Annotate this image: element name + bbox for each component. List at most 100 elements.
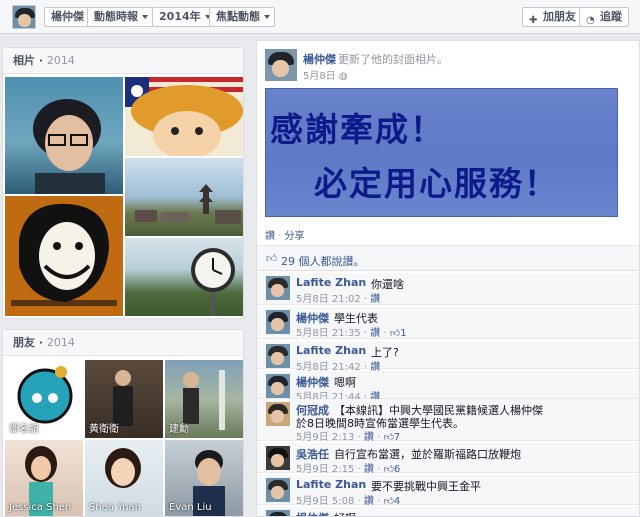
friend-tile[interactable]: Jessica Shen — [5, 440, 83, 516]
friends-title: 朋友 — [13, 336, 35, 349]
commenter-avatar[interactable] — [266, 310, 290, 334]
poster-image — [11, 203, 117, 306]
comment-like-link[interactable]: 讚 — [364, 496, 374, 507]
add-friend-icon: ✚ — [529, 15, 538, 26]
comment: 何冠成 【本線訊】中興大學國民黨籍候選人楊仲傑 於8日晚間8時宣佈當選學生代表。 5月… — [257, 399, 639, 443]
comment-meta: 5月9日 2:15 · 讚 · 👍︎6 — [296, 464, 401, 475]
comment-meta: 5月8日 21:35 · 讚 · 👍︎1 — [296, 328, 407, 339]
crumb-label: 2014年 — [159, 10, 201, 23]
commenter-name[interactable]: Lafite Zhan — [296, 478, 366, 491]
follow-button[interactable]: ◔ 追蹤 — [579, 7, 629, 27]
caret-down-icon — [264, 15, 270, 19]
crumb-label: 焦點動態 — [216, 10, 260, 23]
friends-card-header[interactable]: 朋友 · 2014 — [3, 330, 243, 356]
commenter-avatar[interactable] — [266, 402, 290, 426]
selfie-image — [33, 99, 105, 194]
comment: 吳浩任 自行宣布當選，並於羅斯福路口放鞭炮 5月9日 2:15 · 讚 · 👍︎6 — [257, 443, 639, 475]
commenter-name[interactable]: 楊仲傑 — [296, 510, 329, 516]
comment: 楊仲傑 嗯啊 5月8日 21:44 · 讚 — [257, 371, 639, 403]
post-author-name[interactable]: 楊仲傑 — [303, 51, 336, 67]
post-time-label: 5月8日 — [303, 71, 336, 82]
profile-avatar[interactable] — [12, 5, 36, 29]
friend-name[interactable]: Shea Yuan — [89, 502, 141, 513]
photo-cartoon[interactable] — [125, 77, 243, 156]
cover-text-line1: 感謝牽成！ — [270, 110, 445, 149]
thumbs-up-icon: 👍︎ — [389, 328, 401, 339]
comment-meta: 5月8日 21:02 · 讚 — [296, 294, 381, 305]
friend-name[interactable]: 黃衛衛 — [89, 424, 119, 435]
photo-poster[interactable] — [5, 196, 123, 316]
comment-like-count[interactable]: 👍︎1 — [390, 328, 407, 339]
crumb-highlights[interactable]: 焦點動態 — [209, 7, 275, 27]
likes-count-text[interactable]: 29 個人都說讚。 — [281, 253, 365, 269]
post-timestamp[interactable]: 5月8日 ◍ — [303, 67, 348, 82]
comment-like-number: 4 — [393, 496, 401, 507]
photo-clock[interactable] — [125, 238, 243, 316]
comment-timestamp[interactable]: 5月9日 5:08 — [296, 496, 354, 507]
comment-like-number: 7 — [393, 432, 401, 443]
comment-timestamp[interactable]: 5月8日 21:02 — [296, 294, 361, 305]
comment: Lafite Zhan 你還啥 5月8日 21:02 · 讚 — [257, 273, 639, 305]
thumbs-up-icon: 👍︎ — [383, 432, 394, 443]
commenter-avatar[interactable] — [266, 510, 290, 516]
commenter-name[interactable]: Lafite Zhan — [296, 344, 366, 357]
friend-name[interactable]: 鄧名誼 — [9, 424, 39, 435]
commenter-name[interactable]: Lafite Zhan — [296, 276, 366, 289]
comment: 楊仲傑 學生代表 5月8日 21:35 · 讚 · 👍︎1 — [257, 307, 639, 339]
friend-name[interactable]: Evan Liu — [169, 502, 212, 513]
cover-text-line2: 必定用心服務！ — [314, 164, 559, 203]
comment-like-link[interactable]: 讚 — [370, 294, 380, 305]
rss-icon: ◔ — [586, 15, 595, 26]
comment: Lafite Zhan 要不要挑戰中興王金平 5月9日 5:08 · 讚 · 👍︎4 — [257, 475, 639, 507]
commenter-avatar[interactable] — [266, 374, 290, 398]
comment-timestamp[interactable]: 5月8日 21:35 — [296, 328, 361, 339]
thumbs-up-icon: 👍︎ — [383, 496, 394, 507]
crumb-timeline[interactable]: 動態時報 — [87, 7, 153, 27]
crumb-year[interactable]: 2014年 — [152, 7, 216, 27]
clock-image — [191, 248, 235, 316]
comment-like-link[interactable]: 讚 — [364, 464, 374, 475]
timeline-post: 楊仲傑 更新了他的封面相片。 5月8日 ◍ 感謝牽成！ 必定用心服務！ 讚 · … — [256, 40, 640, 517]
friend-tile[interactable]: 建勳 — [165, 360, 243, 438]
add-friend-button[interactable]: ✚ 加朋友 — [522, 7, 583, 27]
comment-timestamp[interactable]: 5月9日 2:13 — [296, 432, 354, 443]
share-link[interactable]: 分享 — [285, 231, 305, 242]
cover-photo[interactable]: 感謝牽成！ 必定用心服務！ — [265, 88, 618, 217]
comment-meta: 5月9日 5:08 · 讚 · 👍︎4 — [296, 496, 401, 507]
friend-tile[interactable]: Evan Liu — [165, 440, 243, 516]
commenter-avatar[interactable] — [266, 276, 290, 300]
friends-card: 朋友 · 2014 鄧名誼 黃衛衛 建勳 Jessica Shen Shea Y… — [2, 329, 244, 517]
post-actions: 讚 · 分享 — [265, 231, 305, 242]
post-action-text: 更新了他的封面相片。 — [338, 53, 448, 66]
thumbs-up-icon: 👍︎ — [266, 252, 278, 265]
photo-town[interactable] — [125, 158, 243, 236]
comment-like-count[interactable]: 👍︎6 — [383, 464, 400, 475]
photos-card-header[interactable]: 相片 · 2014 — [3, 48, 243, 74]
thumbs-up-icon: 👍︎ — [383, 464, 394, 475]
friend-tile[interactable]: Shea Yuan — [85, 440, 163, 516]
like-link[interactable]: 讚 — [265, 231, 275, 242]
comment-timestamp[interactable]: 5月9日 2:15 — [296, 464, 354, 475]
commenter-avatar[interactable] — [266, 478, 290, 502]
friend-name[interactable]: Jessica Shen — [9, 502, 71, 513]
comment-like-number: 1 — [400, 328, 407, 339]
follow-label: 追蹤 — [600, 10, 622, 23]
comment-like-count[interactable]: 👍︎4 — [383, 496, 400, 507]
comment-like-count[interactable]: 👍︎7 — [383, 432, 400, 443]
photo-selfie[interactable] — [5, 77, 123, 194]
comment-like-link[interactable]: 讚 — [364, 432, 374, 443]
post-author-avatar[interactable] — [265, 49, 297, 81]
friend-tile[interactable]: 鄧名誼 — [5, 360, 83, 438]
friend-tile[interactable]: 黃衛衛 — [85, 360, 163, 438]
commenter-avatar[interactable] — [266, 344, 290, 368]
crumb-label: 楊仲傑 — [51, 10, 84, 23]
cartoon-image — [125, 77, 243, 156]
crumb-label: 動態時報 — [94, 10, 138, 23]
town-image — [135, 184, 241, 224]
friend-name[interactable]: 建勳 — [169, 424, 189, 435]
commenter-avatar[interactable] — [266, 446, 290, 470]
photos-year: 2014 — [46, 54, 75, 67]
comment: 楊仲傑好啊 — [257, 507, 639, 516]
comment-like-link[interactable]: 讚 — [370, 328, 380, 339]
photos-title: 相片 — [13, 54, 35, 67]
